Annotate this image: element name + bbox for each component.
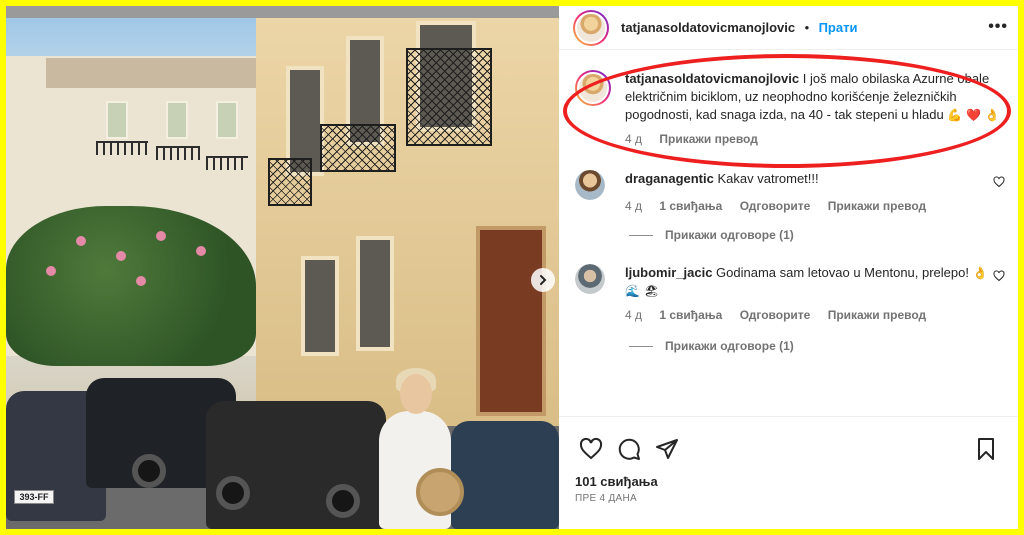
view-replies-button[interactable]: Прикажи одговоре (1) bbox=[629, 339, 794, 353]
photo-top-strip bbox=[6, 6, 559, 18]
header-separator: • bbox=[804, 20, 810, 35]
author-avatar[interactable] bbox=[573, 10, 609, 46]
photo-flower bbox=[46, 266, 56, 276]
comment-meta: 4 д 1 свиђања Одговорите Прикажи превод bbox=[625, 306, 1005, 324]
photo-window bbox=[166, 101, 188, 139]
author-username[interactable]: tatjanasoldatovicmanojlovic bbox=[621, 20, 795, 35]
license-plate: 393-FF bbox=[14, 490, 54, 504]
comment-meta: 4 д 1 свиђања Одговорите Прикажи превод bbox=[625, 197, 1005, 215]
comment-username[interactable]: ljubomir_jacic bbox=[625, 265, 712, 280]
photo-balcony bbox=[96, 141, 148, 155]
comment-reply-button[interactable]: Одговорите bbox=[740, 308, 811, 322]
comment-reply-button[interactable]: Одговорите bbox=[740, 199, 811, 213]
post-side-panel: tatjanasoldatovicmanojlovic • Прати ••• … bbox=[559, 6, 1018, 529]
photo-balcony bbox=[320, 124, 396, 172]
comment-translate-link[interactable]: Прикажи превод bbox=[828, 308, 927, 322]
photo-left-roof bbox=[46, 58, 256, 88]
photo-flower bbox=[196, 246, 206, 256]
comment-item: ljubomir_jacic Godinama sam letovao u Me… bbox=[625, 264, 1005, 324]
screenshot-frame: 393-FF tatjanasoldatovicmanojlovic • Пра… bbox=[0, 0, 1024, 535]
replies-divider-line bbox=[629, 346, 653, 348]
photo-balcony bbox=[268, 158, 312, 206]
carousel-next-button[interactable] bbox=[531, 268, 555, 292]
view-replies-label: Прикажи одговоре (1) bbox=[665, 228, 794, 242]
carousel-next-icon bbox=[540, 275, 547, 285]
header-title-row: tatjanasoldatovicmanojlovic • Прати bbox=[621, 19, 857, 37]
comment-avatar[interactable] bbox=[575, 170, 605, 200]
red-annotation-circle bbox=[563, 54, 1011, 168]
more-options-icon[interactable]: ••• bbox=[988, 18, 1008, 36]
comment-text: Godinama sam letovao u Mentonu, prelepo! bbox=[716, 265, 969, 280]
photo-wheel bbox=[326, 484, 360, 518]
photo-flower bbox=[156, 231, 166, 241]
photo-wheel bbox=[132, 454, 166, 488]
comment-text: Kakav vatromet!!! bbox=[717, 171, 819, 186]
follow-button[interactable]: Прати bbox=[819, 20, 858, 35]
share-send-icon[interactable] bbox=[655, 437, 679, 461]
post-time: ПРЕ 4 ДАНА bbox=[575, 493, 637, 504]
comment-bubble-icon[interactable] bbox=[617, 437, 641, 461]
photo-window bbox=[301, 256, 339, 356]
like-heart-icon[interactable] bbox=[579, 437, 603, 461]
photo-flower bbox=[136, 276, 146, 286]
post-header: tatjanasoldatovicmanojlovic • Прати ••• bbox=[559, 6, 1018, 50]
post-photo[interactable]: 393-FF bbox=[6, 6, 559, 529]
photo-wheel bbox=[216, 476, 250, 510]
post-likes-count[interactable]: 101 свиђања bbox=[575, 474, 658, 489]
photo-flower bbox=[116, 251, 126, 261]
post-action-bar bbox=[559, 416, 1018, 464]
photo-person-head bbox=[400, 374, 432, 414]
bookmark-icon[interactable] bbox=[974, 437, 998, 461]
photo-balcony bbox=[406, 48, 492, 146]
comment-likes[interactable]: 1 свиђања bbox=[659, 199, 722, 213]
photo-car bbox=[451, 421, 559, 529]
photo-window bbox=[356, 236, 394, 351]
comment-translate-link[interactable]: Прикажи превод bbox=[828, 199, 927, 213]
comment-like-heart-icon[interactable] bbox=[993, 176, 1005, 188]
comment-likes[interactable]: 1 свиђања bbox=[659, 308, 722, 322]
view-replies-button[interactable]: Прикажи одговоре (1) bbox=[629, 228, 794, 242]
comment-username[interactable]: draganagentic bbox=[625, 171, 714, 186]
comment-age[interactable]: 4 д bbox=[625, 199, 642, 213]
comment-avatar[interactable] bbox=[575, 264, 605, 294]
photo-trees bbox=[6, 206, 256, 366]
replies-divider-line bbox=[629, 235, 653, 237]
photo-window bbox=[106, 101, 128, 139]
comment-item: draganagentic Kakav vatromet!!! 4 д 1 св… bbox=[625, 170, 1005, 215]
comment-like-heart-icon[interactable] bbox=[993, 270, 1005, 282]
photo-door bbox=[476, 226, 546, 416]
photo-flower bbox=[76, 236, 86, 246]
photo-balcony bbox=[156, 146, 200, 160]
comment-age[interactable]: 4 д bbox=[625, 308, 642, 322]
photo-hat bbox=[416, 468, 464, 516]
photo-window bbox=[216, 101, 238, 139]
photo-balcony bbox=[206, 156, 248, 170]
view-replies-label: Прикажи одговоре (1) bbox=[665, 339, 794, 353]
